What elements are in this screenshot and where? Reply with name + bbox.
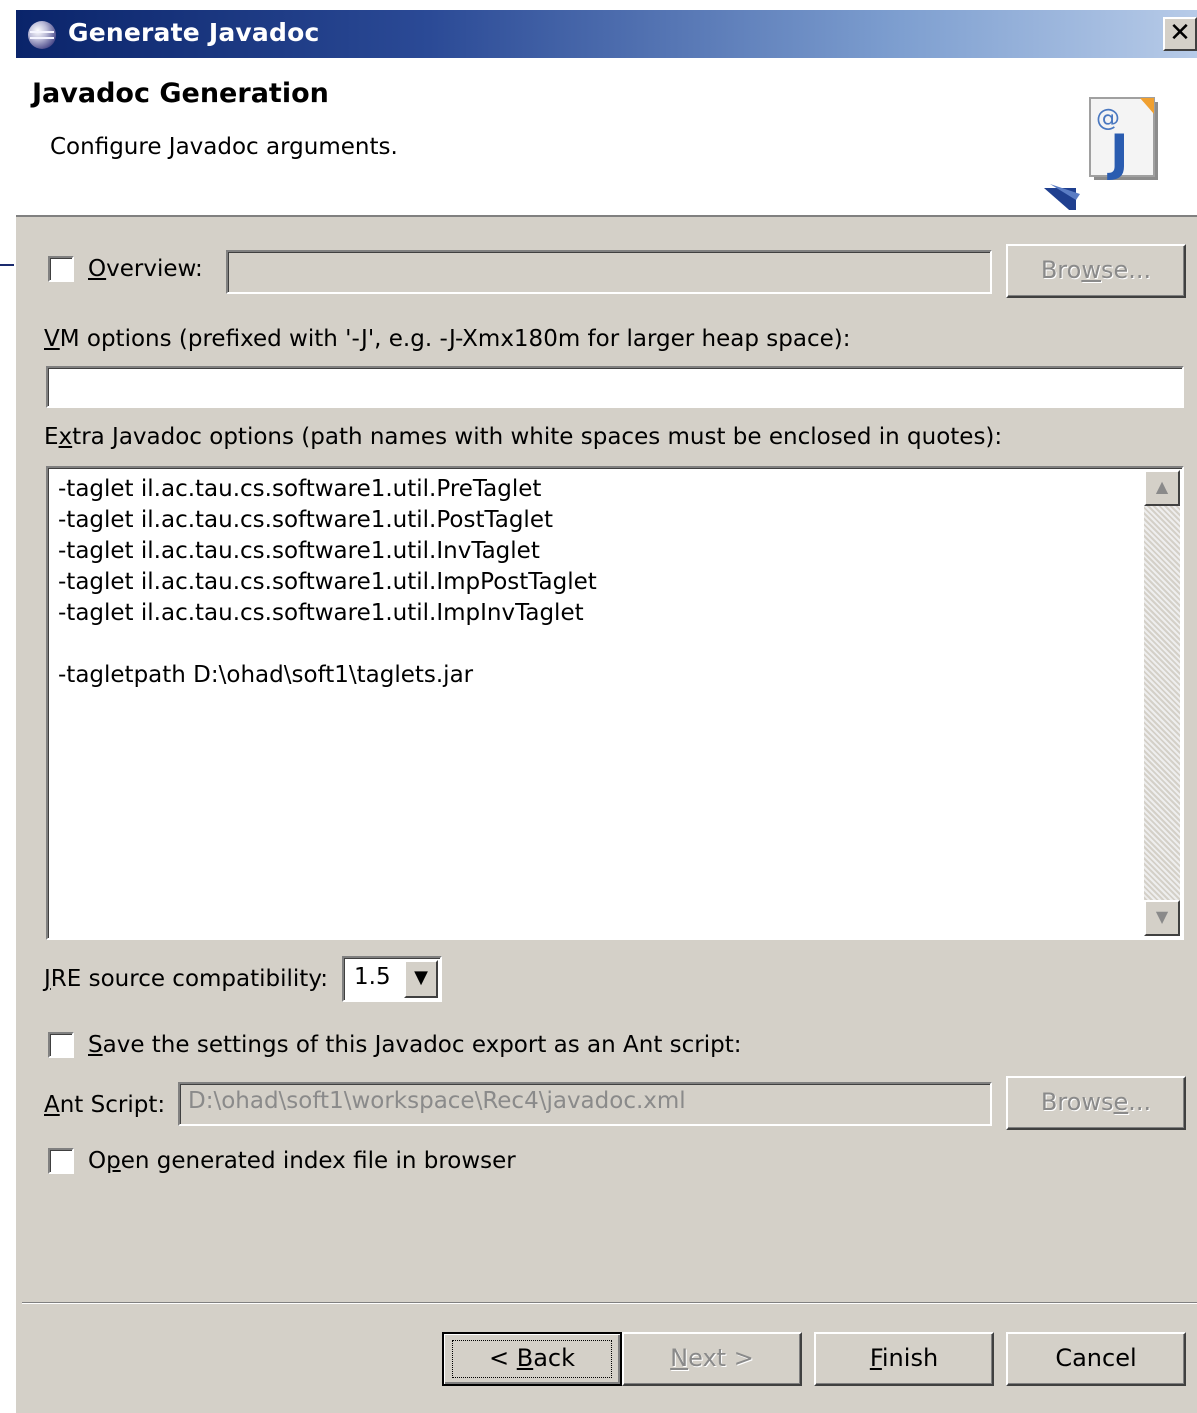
scroll-down-icon[interactable]: ▼ <box>1144 900 1180 936</box>
extra-options-textarea[interactable]: -taglet il.ac.tau.cs.software1.util.PreT… <box>46 466 1184 940</box>
close-button[interactable]: ✕ <box>1163 17 1197 51</box>
chevron-down-icon[interactable]: ▼ <box>404 960 438 998</box>
overview-field[interactable] <box>226 250 992 294</box>
ant-script-field[interactable]: D:\ohad\soft1\workspace\Rec4\javadoc.xml <box>178 1082 992 1126</box>
overview-label: Overview: <box>88 256 203 282</box>
jre-value: 1.5 <box>354 964 391 990</box>
cancel-button[interactable]: Cancel <box>1006 1332 1186 1386</box>
overview-checkbox[interactable] <box>48 256 74 282</box>
text-line: -tagletpath D:\ohad\soft1\taglets.jar <box>58 662 474 688</box>
text-line: -taglet il.ac.tau.cs.software1.util.ImpI… <box>58 600 584 626</box>
open-index-checkbox[interactable] <box>48 1148 74 1174</box>
text-line: -taglet il.ac.tau.cs.software1.util.ImpP… <box>58 569 597 595</box>
ant-script-label: Ant Script: <box>44 1092 166 1118</box>
svg-text:J: J <box>1107 124 1129 182</box>
overview-browse-button[interactable]: Browse... <box>1006 244 1186 298</box>
jre-select[interactable]: 1.5 ▼ <box>342 956 442 1002</box>
text-line: -taglet il.ac.tau.cs.software1.util.PreT… <box>58 476 542 502</box>
vm-options-input[interactable] <box>46 366 1184 408</box>
focus-ring <box>452 1340 612 1378</box>
extra-options-text: -taglet il.ac.tau.cs.software1.util.PreT… <box>58 474 597 691</box>
save-ant-label: Save the settings of this Javadoc export… <box>88 1032 742 1058</box>
finish-button[interactable]: Finish <box>814 1332 994 1386</box>
text-line: -taglet il.ac.tau.cs.software1.util.InvT… <box>58 538 540 564</box>
back-button[interactable]: < Back <box>442 1332 622 1386</box>
page-description: Configure Javadoc arguments. <box>50 134 398 160</box>
javadoc-wizard-icon: @ J <box>1044 97 1158 210</box>
wizard-header: Javadoc Generation Configure Javadoc arg… <box>16 58 1197 217</box>
ant-script-browse-button[interactable]: Browse... <box>1006 1076 1186 1130</box>
generate-javadoc-dialog: Generate Javadoc ✕ Javadoc Generation Co… <box>14 10 1197 1413</box>
save-ant-checkbox[interactable] <box>48 1032 74 1058</box>
button-separator <box>22 1302 1197 1304</box>
open-index-label: Open generated index file in browser <box>88 1148 516 1174</box>
text-line <box>58 629 597 660</box>
text-line: -taglet il.ac.tau.cs.software1.util.Post… <box>58 507 553 533</box>
vm-options-label: VM options (prefixed with '-J', e.g. -J-… <box>44 326 851 352</box>
jre-label: JRE source compatibility: <box>44 966 329 992</box>
next-button[interactable]: Next > <box>622 1332 802 1386</box>
window-title: Generate Javadoc <box>68 18 320 47</box>
eclipse-icon <box>28 21 56 49</box>
page-title: Javadoc Generation <box>32 78 329 109</box>
extra-options-label: Extra Javadoc options (path names with w… <box>44 424 1003 450</box>
vertical-scrollbar[interactable]: ▲ ▼ <box>1144 470 1180 936</box>
scroll-up-icon[interactable]: ▲ <box>1144 470 1180 506</box>
title-bar: Generate Javadoc ✕ <box>16 10 1197 58</box>
